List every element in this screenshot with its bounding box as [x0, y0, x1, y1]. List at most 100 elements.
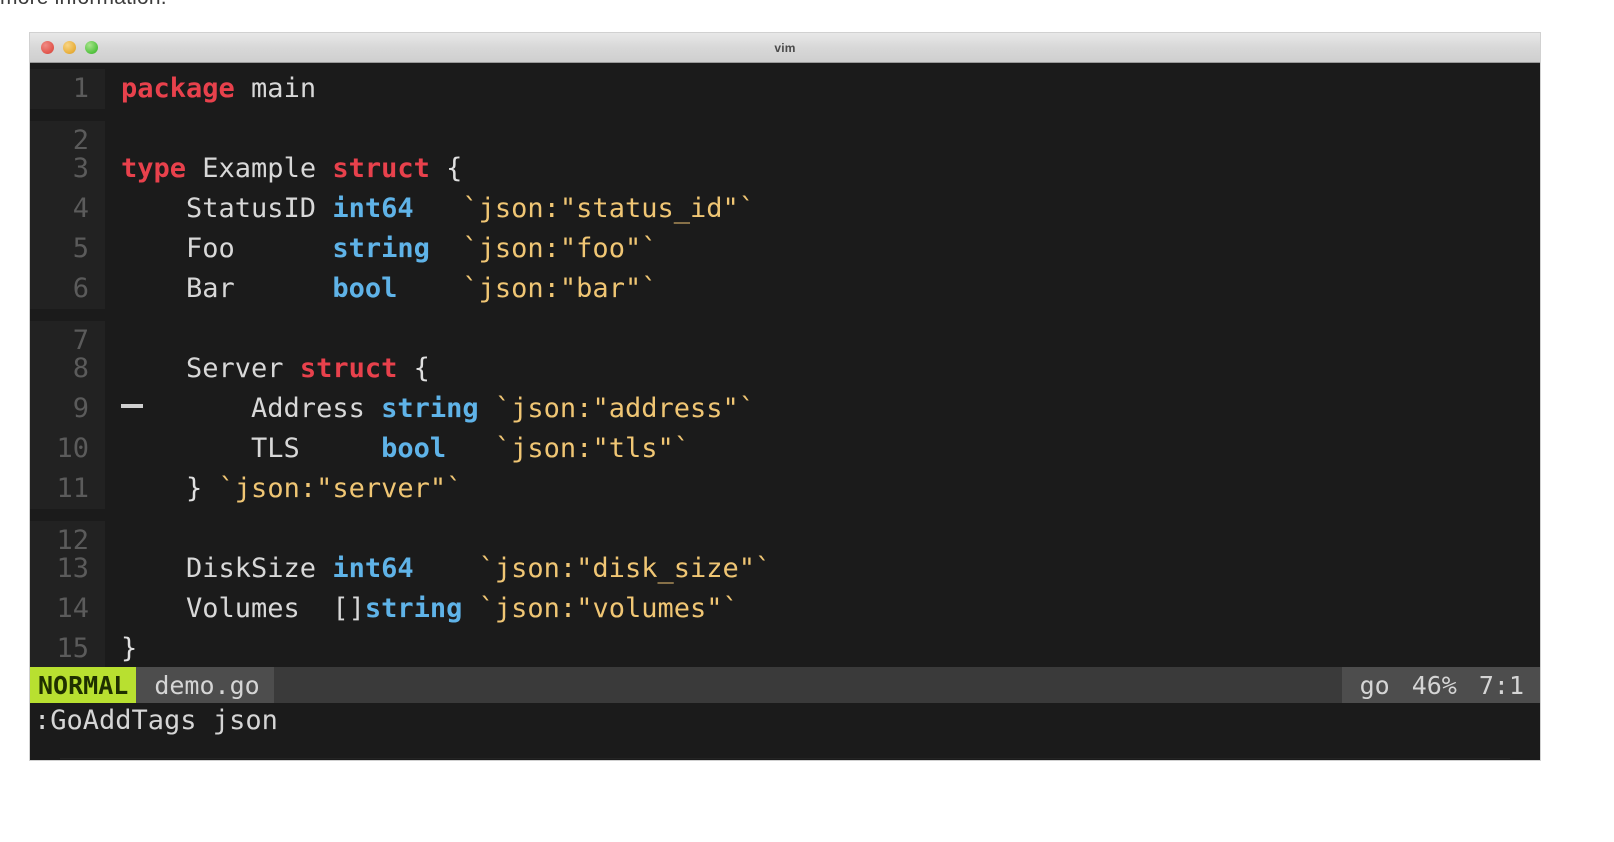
- code-token: StatusID: [121, 193, 333, 224]
- code-line[interactable]: 7: [30, 309, 1540, 361]
- code-token: Foo: [121, 233, 333, 264]
- code-token: bool: [332, 273, 398, 304]
- code-token: struct: [299, 353, 398, 384]
- code-token: {: [397, 353, 430, 384]
- command-line[interactable]: :GoAddTags json: [30, 703, 1540, 739]
- code-token: int64: [332, 193, 414, 224]
- code-token: string: [364, 593, 463, 624]
- code-text: }: [105, 629, 137, 669]
- window-titlebar[interactable]: vim: [30, 33, 1540, 63]
- code-token: }: [121, 633, 138, 664]
- statusline-position: 7:1: [1478, 670, 1524, 700]
- line-number: 10: [30, 429, 105, 469]
- window-bottom-strip: [30, 739, 1540, 760]
- code-line[interactable]: 5 Foo string `json:"foo"`: [30, 229, 1540, 269]
- line-number: 9: [30, 389, 105, 429]
- code-token: `json:"foo"`: [462, 233, 658, 264]
- code-token: }: [121, 473, 219, 504]
- page-cutoff-text: more information.: [0, 0, 400, 4]
- code-token: Address: [121, 393, 382, 424]
- code-text: Address string `json:"address"`: [105, 389, 755, 429]
- window-controls: [41, 41, 98, 54]
- code-token: struct: [332, 153, 430, 184]
- code-line[interactable]: 11 } `json:"server"`: [30, 469, 1540, 509]
- code-token: Bar: [121, 273, 333, 304]
- code-token: string: [381, 393, 479, 424]
- code-line[interactable]: 13 DiskSize int64 `json:"disk_size"`: [30, 549, 1540, 589]
- code-token: package: [121, 73, 235, 104]
- code-token: Example: [186, 153, 333, 184]
- bottom-divider: [60, 758, 1510, 759]
- code-text: } `json:"server"`: [105, 469, 462, 509]
- code-token: main: [234, 73, 317, 104]
- line-number: 14: [30, 589, 105, 629]
- code-line[interactable]: 1 package main: [30, 69, 1540, 109]
- code-text: package main: [105, 69, 316, 109]
- code-text: type Example struct {: [105, 149, 462, 189]
- code-token: `json:"bar"`: [462, 273, 658, 304]
- line-number: 4: [30, 189, 105, 229]
- code-line[interactable]: 15}: [30, 629, 1540, 669]
- code-text: TLS bool `json:"tls"`: [105, 429, 690, 469]
- code-text: Foo string `json:"foo"`: [105, 229, 657, 269]
- code-line[interactable]: 8 Server struct {: [30, 349, 1540, 389]
- code-token: `json:"volumes"`: [478, 593, 739, 624]
- window-title: vim: [774, 40, 796, 55]
- code-token: Server: [121, 353, 300, 384]
- line-number: 3: [30, 149, 105, 189]
- code-token: {: [429, 153, 463, 184]
- code-line[interactable]: 3 type Example struct {: [30, 149, 1540, 189]
- code-token: `json:"disk_size"`: [478, 553, 772, 584]
- editor-pane[interactable]: 1 package main 2 3 type Example struct {4 St…: [30, 63, 1540, 760]
- line-number: 5: [30, 229, 105, 269]
- code-line[interactable]: 9 Address string `json:"address"`: [30, 389, 1540, 429]
- code-token: `json:"status_id"`: [462, 193, 755, 224]
- code-line[interactable]: 10 TLS bool `json:"tls"`: [30, 429, 1540, 469]
- code-token: TLS: [121, 433, 382, 464]
- zoom-button[interactable]: [85, 41, 98, 54]
- code-text: Server struct {: [105, 349, 430, 389]
- line-number: 6: [30, 269, 105, 309]
- line-number: 11: [30, 469, 105, 509]
- code-token: string: [332, 233, 430, 264]
- vim-window: vim 1 package main 2 3 type Example struct {…: [30, 33, 1540, 760]
- code-area[interactable]: 1 package main 2 3 type Example struct {4 St…: [30, 63, 1540, 669]
- line-number: 13: [30, 549, 105, 589]
- minimize-button[interactable]: [63, 41, 76, 54]
- code-line[interactable]: 14 Volumes []string `json:"volumes"`: [30, 589, 1540, 629]
- statusline-percent: 46%: [1411, 670, 1457, 700]
- code-text: StatusID int64 `json:"status_id"`: [105, 189, 755, 229]
- text-cursor: [121, 404, 143, 408]
- code-line[interactable]: 2: [30, 109, 1540, 161]
- code-token: DiskSize: [121, 553, 333, 584]
- statusline-filetype: go: [1359, 670, 1390, 700]
- code-text: DiskSize int64 `json:"disk_size"`: [105, 549, 771, 589]
- statusline-spacer: [273, 667, 1342, 703]
- close-button[interactable]: [41, 41, 54, 54]
- code-line[interactable]: 12: [30, 509, 1540, 561]
- code-text: Volumes []string `json:"volumes"`: [105, 589, 739, 629]
- code-token: int64: [332, 553, 414, 584]
- code-token: `json:"address"`: [494, 393, 755, 424]
- code-line[interactable]: 6 Bar bool `json:"bar"`: [30, 269, 1540, 309]
- line-number: 8: [30, 349, 105, 389]
- line-number: 15: [30, 629, 105, 669]
- code-text: Bar bool `json:"bar"`: [105, 269, 657, 309]
- statusline-mode: NORMAL: [30, 667, 137, 703]
- statusline-right: go 46% 7:1: [1341, 667, 1540, 703]
- code-line[interactable]: 4 StatusID int64 `json:"status_id"`: [30, 189, 1540, 229]
- line-number: 1: [30, 69, 105, 109]
- statusline: NORMAL demo.go go 46% 7:1: [30, 667, 1540, 703]
- screenshot-root: more information. vim 1package main23typ…: [0, 0, 1614, 842]
- code-token: `json:"tls"`: [494, 433, 690, 464]
- code-token: type: [121, 153, 187, 184]
